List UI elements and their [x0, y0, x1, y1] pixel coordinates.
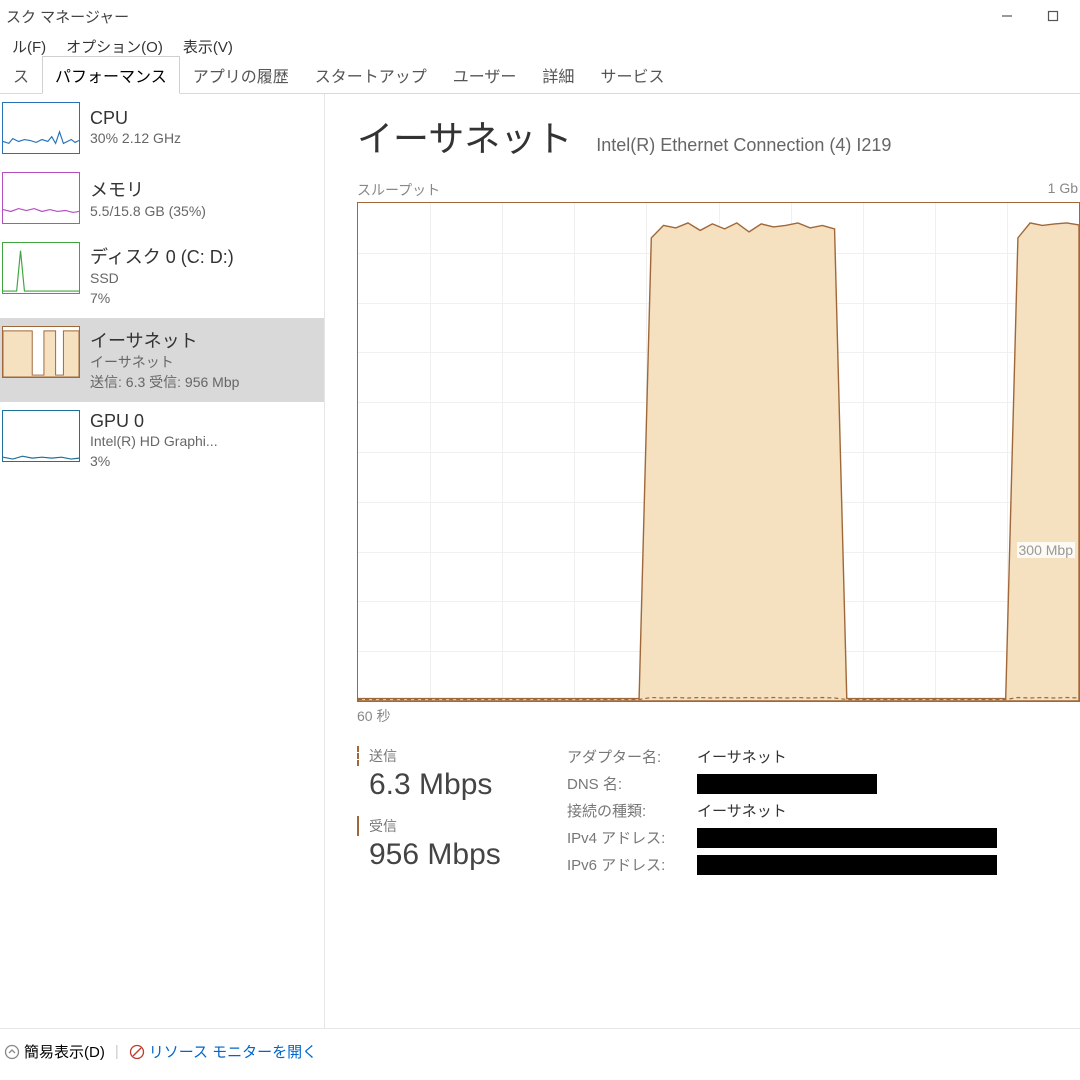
recv-label: 受信	[357, 816, 567, 836]
sidebar-item-memory[interactable]: メモリ 5.5/15.8 GB (35%)	[0, 164, 324, 234]
kv-ipv6-val-redacted	[697, 855, 997, 875]
disk-thumb	[2, 242, 80, 294]
sidebar: CPU 30% 2.12 GHz メモリ 5.5/15.8 GB (35%) デ…	[0, 94, 325, 1028]
menu-options[interactable]: オプション(O)	[56, 34, 173, 59]
detail-adapter: Intel(R) Ethernet Connection (4) I219	[596, 135, 891, 156]
tab-services[interactable]: サービス	[587, 56, 677, 93]
kv-ipv4-key: IPv4 アドレス:	[567, 827, 697, 848]
sidebar-cpu-title: CPU	[90, 108, 181, 129]
tab-app-history[interactable]: アプリの履歴	[180, 56, 302, 93]
chart-x-label: 60 秒	[357, 706, 1080, 726]
kv-ipv4-val-redacted	[697, 828, 997, 848]
footer: 簡易表示(D) | リソース モニターを開く	[0, 1028, 1080, 1074]
send-value: 6.3 Mbps	[357, 768, 567, 802]
content-area: CPU 30% 2.12 GHz メモリ 5.5/15.8 GB (35%) デ…	[0, 94, 1080, 1028]
footer-separator: |	[115, 1043, 119, 1060]
tab-details[interactable]: 詳細	[529, 56, 587, 93]
detail-panel: イーサネット Intel(R) Ethernet Connection (4) …	[325, 94, 1080, 1028]
kv-dns-key: DNS 名:	[567, 773, 697, 794]
kv-conntype-key: 接続の種類:	[567, 800, 697, 821]
sidebar-ethernet-title: イーサネット	[90, 327, 239, 353]
sidebar-disk-sub1: SSD	[90, 269, 234, 289]
ethernet-thumb	[2, 326, 80, 378]
throughput-chart: 300 Mbp	[357, 202, 1080, 702]
menu-file[interactable]: ル(F)	[2, 34, 56, 59]
recv-value: 956 Mbps	[357, 838, 567, 872]
kv-dns-val-redacted	[697, 774, 877, 794]
chart-label-max: 1 Gb	[1048, 180, 1078, 200]
chart-mid-gridline-label: 300 Mbp	[1017, 542, 1075, 558]
chart-label-throughput: スループット	[357, 180, 440, 200]
fewer-details-icon	[4, 1044, 20, 1060]
kv-ipv6-key: IPv6 アドレス:	[567, 854, 697, 875]
tab-strip: ス パフォーマンス アプリの履歴 スタートアップ ユーザー 詳細 サービス	[0, 60, 1080, 94]
minimize-button[interactable]	[984, 1, 1030, 31]
sidebar-item-gpu[interactable]: GPU 0 Intel(R) HD Graphi... 3%	[0, 402, 324, 481]
sidebar-ethernet-sub2: 送信: 6.3 受信: 956 Mbp	[90, 373, 239, 393]
tab-processes[interactable]: ス	[0, 56, 42, 93]
sidebar-gpu-title: GPU 0	[90, 411, 218, 432]
resmon-icon	[129, 1044, 145, 1060]
sidebar-memory-sub: 5.5/15.8 GB (35%)	[90, 202, 206, 222]
sidebar-gpu-sub2: 3%	[90, 452, 218, 472]
gpu-thumb	[2, 410, 80, 462]
maximize-button[interactable]	[1030, 1, 1076, 31]
cpu-thumb	[2, 102, 80, 154]
sidebar-ethernet-sub1: イーサネット	[90, 353, 239, 373]
sidebar-item-ethernet[interactable]: イーサネット イーサネット 送信: 6.3 受信: 956 Mbp	[0, 318, 324, 402]
menu-view[interactable]: 表示(V)	[173, 34, 243, 59]
tab-users[interactable]: ユーザー	[440, 56, 530, 93]
window-title: スク マネージャー	[4, 6, 129, 27]
fewer-details-button[interactable]: 簡易表示(D)	[24, 1041, 105, 1062]
sidebar-disk-sub2: 7%	[90, 289, 234, 309]
window-controls	[984, 1, 1076, 31]
maximize-icon	[1047, 10, 1059, 22]
sidebar-item-cpu[interactable]: CPU 30% 2.12 GHz	[0, 94, 324, 164]
open-resource-monitor-link[interactable]: リソース モニターを開く	[149, 1041, 317, 1062]
kv-adapter-name-key: アダプター名:	[567, 746, 697, 767]
tab-performance[interactable]: パフォーマンス	[42, 56, 180, 94]
sidebar-gpu-sub1: Intel(R) HD Graphi...	[90, 432, 218, 452]
sidebar-item-disk[interactable]: ディスク 0 (C: D:) SSD 7%	[0, 234, 324, 318]
sidebar-memory-title: メモリ	[90, 176, 206, 202]
kv-conntype-val: イーサネット	[697, 800, 787, 821]
kv-adapter-name-val: イーサネット	[697, 746, 787, 767]
sidebar-disk-title: ディスク 0 (C: D:)	[90, 243, 234, 269]
memory-thumb	[2, 172, 80, 224]
detail-title: イーサネット	[357, 110, 572, 162]
send-label: 送信	[357, 746, 567, 766]
tab-startup[interactable]: スタートアップ	[302, 56, 440, 93]
minimize-icon	[1001, 10, 1013, 22]
titlebar: スク マネージャー	[0, 0, 1080, 32]
sidebar-cpu-sub: 30% 2.12 GHz	[90, 129, 181, 149]
